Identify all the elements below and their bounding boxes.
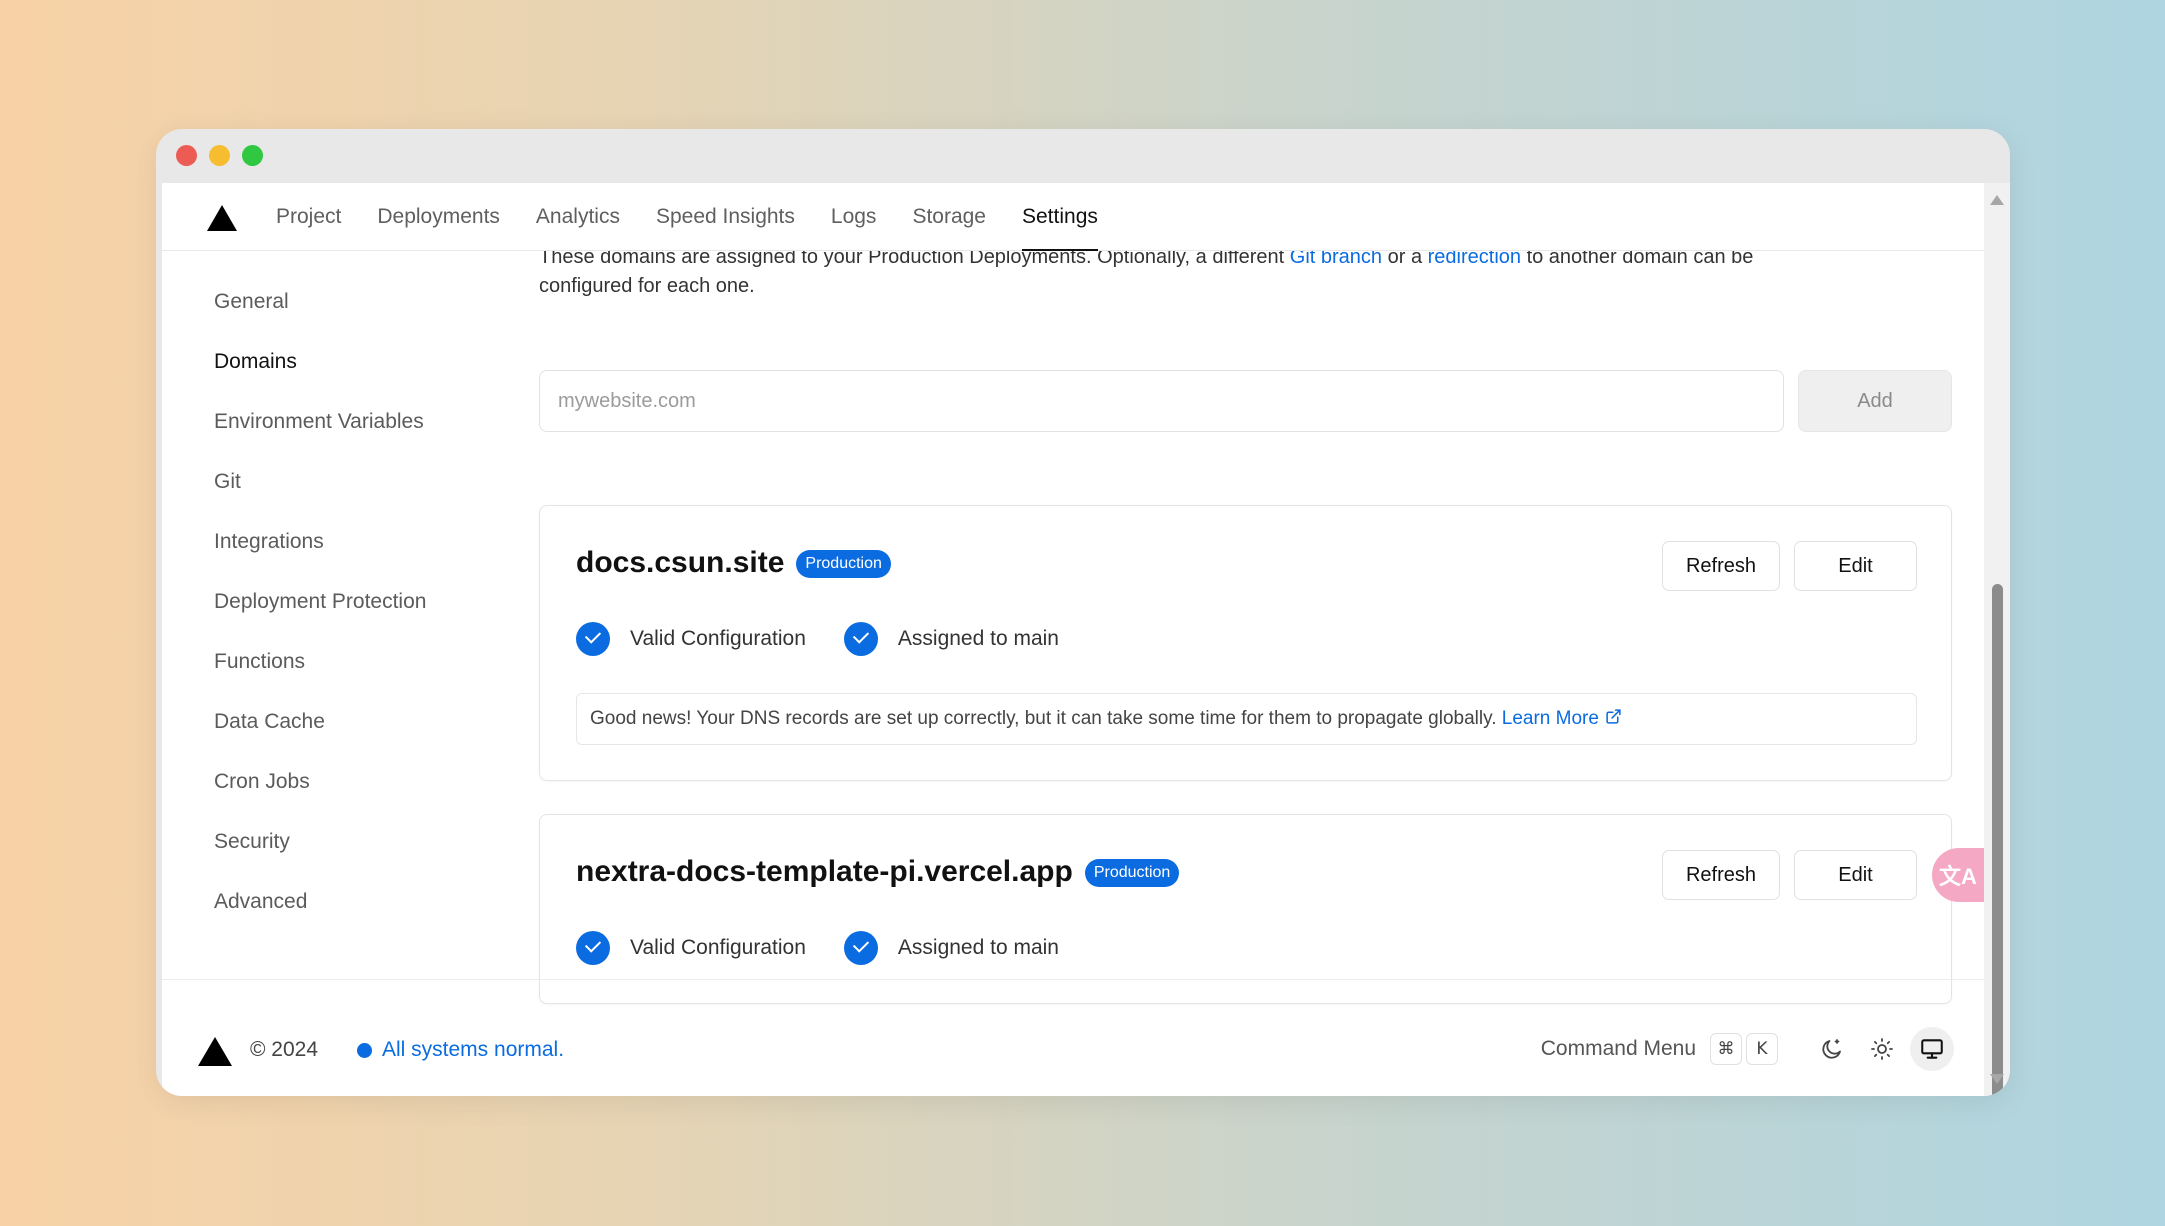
copyright-text: © 2024 (250, 1038, 319, 1061)
tab-storage[interactable]: Storage (894, 183, 1004, 251)
check-circle-icon (576, 931, 610, 965)
edit-button[interactable]: Edit (1794, 850, 1917, 900)
dark-theme-button[interactable] (1810, 1027, 1854, 1071)
k-key: K (1746, 1033, 1778, 1065)
command-menu-button[interactable]: Command Menu (1541, 1037, 1696, 1061)
external-link-icon (1606, 709, 1621, 725)
domain-card: nextra-docs-template-pi.vercel.app Produ… (539, 814, 1952, 1004)
tab-analytics[interactable]: Analytics (518, 183, 638, 251)
scroll-thumb[interactable] (1992, 584, 2003, 1096)
sidebar-item-cron-jobs[interactable]: Cron Jobs (214, 767, 494, 827)
sidebar-item-deployment-protection[interactable]: Deployment Protection (214, 587, 494, 647)
minimize-window-button[interactable] (209, 145, 230, 166)
system-status-text: All systems normal. (382, 1038, 565, 1061)
page-footer: © 2024 All systems normal. Command Menu … (162, 979, 1984, 1096)
window-controls (176, 145, 263, 166)
command-key: ⌘ (1710, 1033, 1742, 1065)
check-circle-icon (576, 622, 610, 656)
tab-logs[interactable]: Logs (813, 183, 895, 251)
tab-project[interactable]: Project (258, 183, 359, 251)
check-circle-icon (843, 931, 878, 965)
sidebar-item-functions[interactable]: Functions (214, 647, 494, 707)
settings-sidebar: General Domains Environment Variables Gi… (214, 287, 494, 947)
vertical-scrollbar[interactable] (1984, 183, 2010, 1096)
domain-name[interactable]: docs.csun.site (576, 546, 784, 580)
status-dot-icon (357, 1042, 372, 1058)
tab-deployments[interactable]: Deployments (359, 183, 518, 251)
valid-configuration-status: Valid Configuration (630, 936, 806, 959)
sidebar-item-general[interactable]: General (214, 287, 494, 347)
refresh-button[interactable]: Refresh (1662, 850, 1780, 900)
sidebar-item-advanced[interactable]: Advanced (214, 887, 494, 947)
scroll-down-arrow-icon[interactable] (1990, 1074, 2004, 1084)
learn-more-label: Learn More (1501, 708, 1599, 729)
scroll-up-arrow-icon[interactable] (1990, 195, 2004, 205)
translate-icon[interactable]: 文A (1932, 848, 1984, 902)
sidebar-item-security[interactable]: Security (214, 827, 494, 887)
learn-more-link[interactable]: Learn More (1502, 708, 1622, 729)
assigned-branch-status: Assigned to main (897, 936, 1059, 959)
dns-info-note: Good news! Your DNS records are set up c… (576, 693, 1917, 745)
check-circle-icon (843, 622, 878, 656)
domain-card: docs.csun.site Production Refresh Edit V… (539, 505, 1952, 781)
domain-input[interactable] (539, 370, 1784, 432)
assigned-branch-status: Assigned to main (897, 627, 1059, 650)
description-text: configured for each one. (539, 275, 755, 297)
tab-settings[interactable]: Settings (1004, 183, 1116, 251)
browser-window: Project Deployments Analytics Speed Insi… (156, 129, 2010, 1096)
valid-configuration-status: Valid Configuration (630, 627, 806, 650)
sidebar-item-environment-variables[interactable]: Environment Variables (214, 407, 494, 467)
tab-speed-insights[interactable]: Speed Insights (638, 183, 813, 251)
edit-button[interactable]: Edit (1794, 541, 1917, 591)
sidebar-item-domains[interactable]: Domains (214, 347, 494, 407)
dns-note-text: Good news! Your DNS records are set up c… (590, 708, 1502, 729)
refresh-button[interactable]: Refresh (1662, 541, 1780, 591)
domain-name[interactable]: nextra-docs-template-pi.vercel.app (576, 855, 1073, 889)
close-window-button[interactable] (176, 145, 197, 166)
system-status-link[interactable]: All systems normal. (357, 1038, 564, 1062)
sun-icon (1871, 1038, 1893, 1060)
monitor-icon (1921, 1039, 1943, 1059)
vercel-logo-icon[interactable] (198, 1037, 232, 1066)
moon-icon (1822, 1039, 1841, 1059)
sidebar-item-git[interactable]: Git (214, 467, 494, 527)
page-viewport: Project Deployments Analytics Speed Insi… (162, 183, 1984, 1096)
add-domain-form: Add (539, 370, 1952, 432)
sidebar-item-data-cache[interactable]: Data Cache (214, 707, 494, 767)
light-theme-button[interactable] (1860, 1027, 1904, 1071)
production-badge: Production (1084, 859, 1180, 887)
add-domain-button[interactable]: Add (1798, 370, 1952, 432)
sidebar-item-integrations[interactable]: Integrations (214, 527, 494, 587)
production-badge: Production (796, 550, 891, 578)
maximize-window-button[interactable] (242, 145, 263, 166)
vercel-logo-icon[interactable] (207, 205, 237, 231)
top-navigation: Project Deployments Analytics Speed Insi… (162, 183, 1984, 251)
footer-actions: Command Menu ⌘ K (1541, 1027, 1954, 1071)
nav-tabs: Project Deployments Analytics Speed Insi… (258, 183, 1116, 251)
system-theme-button[interactable] (1910, 1027, 1954, 1071)
